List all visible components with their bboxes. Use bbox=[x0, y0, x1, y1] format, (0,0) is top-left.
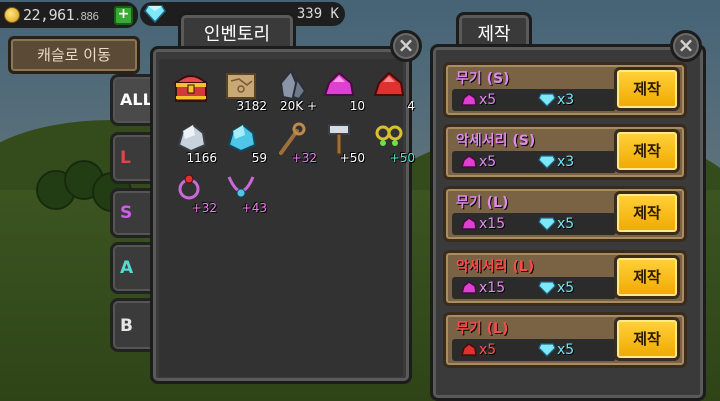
close-inventory-button[interactable]: × bbox=[390, 30, 422, 62]
item-qty: +32 bbox=[191, 201, 217, 215]
inventory-item[interactable]: 20K + bbox=[267, 69, 317, 113]
gem-requirement: x15 bbox=[460, 280, 505, 296]
inventory-item[interactable]: +50 bbox=[365, 121, 415, 165]
recipe-requirements: x5 x3 bbox=[452, 151, 616, 173]
gem-requirement: x5 bbox=[460, 342, 496, 358]
craft-recipe-row: 무기 (S) x5 x3 제작 bbox=[443, 62, 687, 118]
recipe-name: 무기 (L) bbox=[456, 321, 509, 337]
gem-requirement: x5 bbox=[460, 92, 496, 108]
inventory-item[interactable]: 1166 bbox=[167, 121, 217, 165]
gem-qty: x5 bbox=[479, 154, 497, 170]
item-qty: 3182 bbox=[236, 99, 267, 113]
inventory-grid: 3182 20K + 10 4 1166 59 +32 +50 +50 +32 … bbox=[159, 59, 415, 377]
recipe-name: 악세서리 (L) bbox=[456, 259, 535, 275]
recipe-requirements: x5 x3 bbox=[452, 89, 616, 111]
gem-requirement: x5 bbox=[460, 154, 496, 170]
diamond-icon bbox=[538, 217, 556, 231]
red-gem-icon bbox=[373, 71, 405, 96]
diamond-icon bbox=[144, 5, 166, 23]
diamond-icon bbox=[538, 155, 556, 169]
diamond-qty: x5 bbox=[557, 216, 575, 232]
diamond-qty: x5 bbox=[557, 342, 575, 358]
treasure-chest-icon bbox=[173, 75, 209, 102]
craft-recipe-row: 무기 (L) x15 x5 제작 bbox=[443, 186, 687, 242]
item-qty: +32 bbox=[291, 151, 317, 165]
item-qty: +43 bbox=[241, 201, 267, 215]
gem-requirement: x15 bbox=[460, 216, 505, 232]
craft-recipe-row: 악세서리 (L) x15 x5 제작 bbox=[443, 250, 687, 306]
gold-sub-value: 886 bbox=[80, 10, 99, 23]
inventory-item[interactable]: 3182 bbox=[217, 69, 267, 113]
item-qty: 59 bbox=[251, 151, 267, 165]
recipe-name: 무기 (S) bbox=[456, 71, 510, 87]
gem-qty: x5 bbox=[479, 92, 497, 108]
craft-button[interactable]: 제작 bbox=[614, 255, 680, 299]
close-crafting-button[interactable]: × bbox=[670, 30, 702, 62]
pink-gem-icon bbox=[461, 281, 477, 294]
diamond-requirement: x5 bbox=[538, 280, 574, 296]
inventory-item[interactable]: 4 bbox=[365, 69, 415, 113]
recipe-requirements: x15 x5 bbox=[452, 277, 616, 299]
item-qty: 1166 bbox=[186, 151, 217, 165]
inventory-item[interactable]: +32 bbox=[267, 121, 317, 165]
item-qty: 4 bbox=[407, 99, 415, 113]
diamond-requirement: x5 bbox=[538, 216, 574, 232]
diamond-qty: x3 bbox=[557, 154, 575, 170]
gold-amount: 22,961.886 bbox=[23, 6, 99, 24]
recipe-requirements: x15 x5 bbox=[452, 213, 616, 235]
item-qty: +50 bbox=[389, 151, 415, 165]
inventory-panel: 3182 20K + 10 4 1166 59 +32 +50 +50 +32 … bbox=[150, 46, 415, 384]
craft-recipe-row: 악세서리 (S) x5 x3 제작 bbox=[443, 124, 687, 180]
recipe-requirements: x5 x5 bbox=[452, 339, 616, 361]
craft-button[interactable]: 제작 bbox=[614, 317, 680, 361]
craft-recipe-row: 무기 (L) x5 x5 제작 bbox=[443, 312, 687, 368]
close-icon: × bbox=[677, 33, 695, 57]
move-to-castle-button[interactable]: 캐슬로 이동 bbox=[8, 36, 140, 74]
item-qty: 20K + bbox=[279, 99, 317, 113]
diamond-requirement: x3 bbox=[538, 92, 574, 108]
inventory-item[interactable] bbox=[167, 69, 215, 113]
diamond-icon bbox=[538, 93, 556, 107]
pink-gem-icon bbox=[461, 217, 477, 230]
inventory-item[interactable]: 59 bbox=[217, 121, 267, 165]
inventory-item[interactable]: 10 bbox=[315, 69, 365, 113]
inventory-item[interactable]: +43 bbox=[217, 171, 267, 215]
inventory-item[interactable]: +50 bbox=[315, 121, 365, 165]
diamond-icon bbox=[538, 281, 556, 295]
gem-qty: x15 bbox=[479, 280, 506, 296]
gold-coin-icon bbox=[4, 7, 20, 23]
recipe-name: 무기 (L) bbox=[456, 195, 509, 211]
diamond-icon bbox=[538, 343, 556, 357]
inventory-item[interactable]: +32 bbox=[167, 171, 217, 215]
pink-gem-icon bbox=[461, 155, 477, 168]
craft-button[interactable]: 제작 bbox=[614, 191, 680, 235]
diamond-qty: x5 bbox=[557, 280, 575, 296]
diamond-qty: x3 bbox=[557, 92, 575, 108]
diamond-requirement: x5 bbox=[538, 342, 574, 358]
gold-main-value: 22,961 bbox=[23, 6, 75, 24]
craft-button[interactable]: 제작 bbox=[614, 129, 680, 173]
item-qty: 10 bbox=[349, 99, 365, 113]
recipe-name: 악세서리 (S) bbox=[456, 133, 536, 149]
red-gem-icon bbox=[461, 343, 477, 356]
item-qty: +50 bbox=[339, 151, 365, 165]
pink-gem-icon bbox=[461, 93, 477, 106]
gem-qty: x5 bbox=[479, 342, 497, 358]
craft-button[interactable]: 제작 bbox=[614, 67, 680, 111]
gem-qty: x15 bbox=[479, 216, 506, 232]
diamond-requirement: x3 bbox=[538, 154, 574, 170]
close-icon: × bbox=[397, 33, 415, 57]
add-gold-button[interactable]: + bbox=[114, 6, 133, 25]
gem-amount: 339 K bbox=[296, 6, 339, 22]
